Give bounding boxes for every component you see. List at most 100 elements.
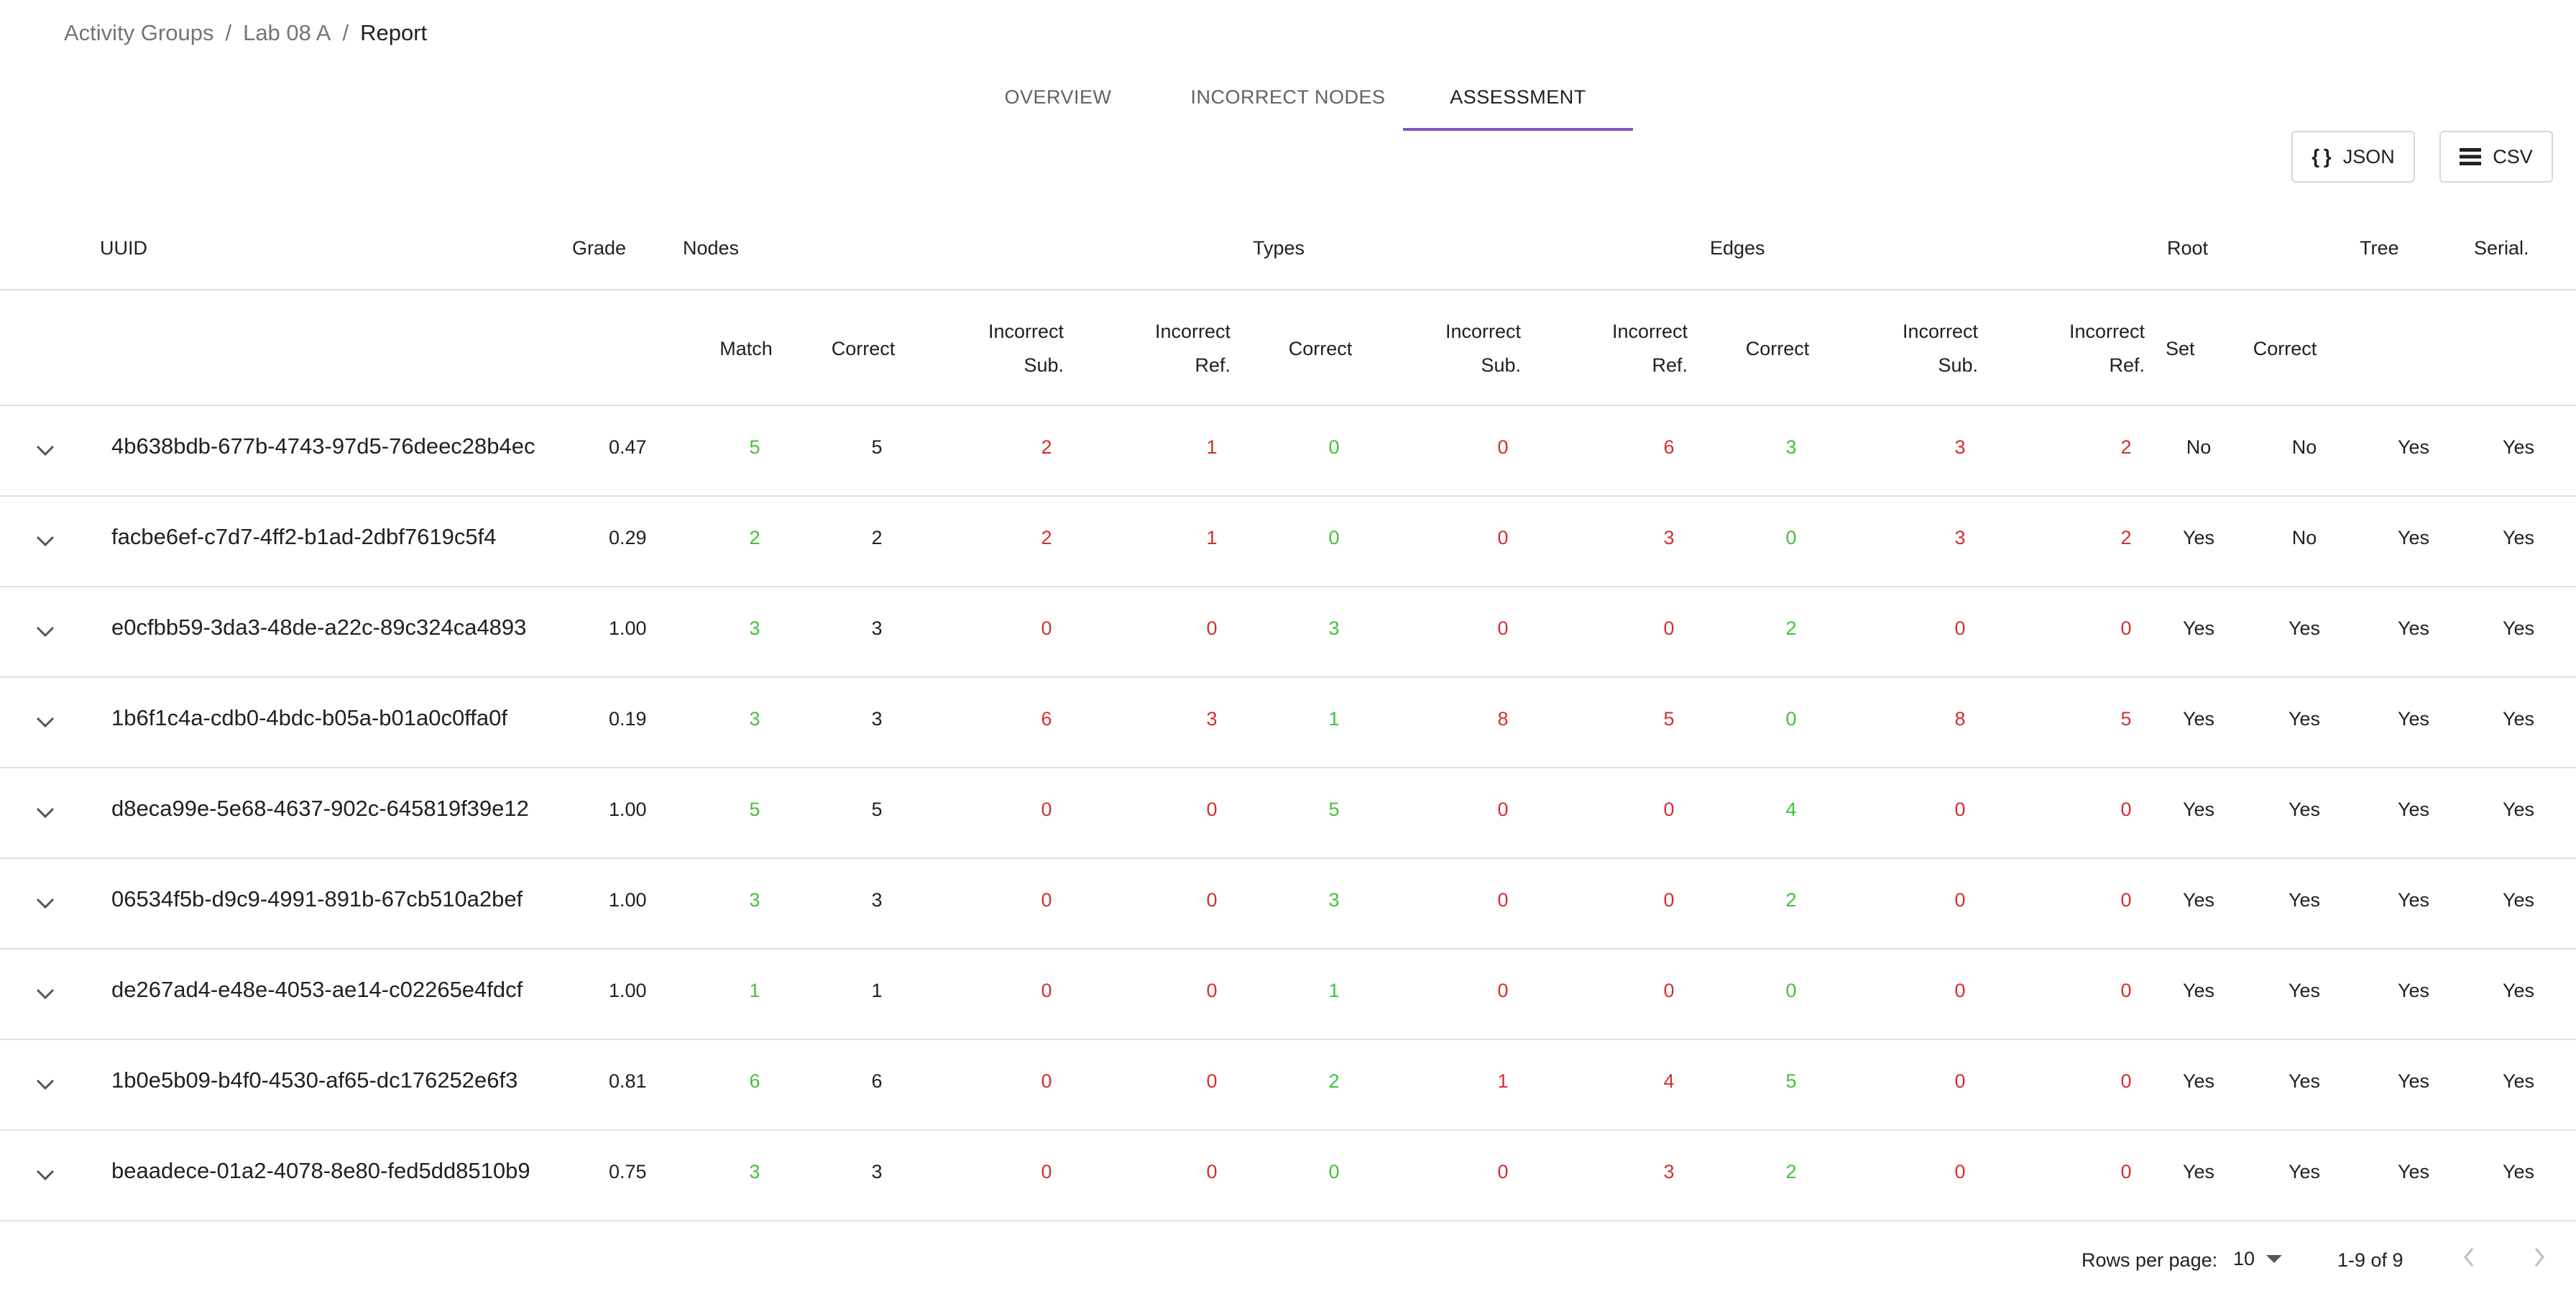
header-types-incorrect-sub[interactable]: Incorrect Sub. — [920, 315, 1064, 382]
header-line: Sub. — [1481, 354, 1521, 376]
cell-edges-incorrect-sub: 0 — [1497, 980, 1509, 1001]
cell-serial: Yes — [2502, 617, 2535, 639]
cell-root-correct: No — [2291, 436, 2317, 458]
header-types-correct[interactable]: Correct — [1277, 332, 1363, 366]
expand-row-chevron-icon[interactable] — [34, 896, 56, 911]
header-root-correct[interactable]: Correct — [2242, 332, 2328, 366]
expand-row-chevron-icon[interactable] — [34, 625, 56, 639]
header-types-incorrect-ref[interactable]: Incorrect Ref. — [1087, 315, 1230, 382]
header-root-set[interactable]: Set — [2166, 332, 2195, 366]
expand-row-chevron-icon[interactable] — [34, 1078, 56, 1092]
cell-root-incorrect-sub: 0 — [1954, 617, 1966, 639]
cell-edges-incorrect-ref: 3 — [1663, 1161, 1675, 1182]
header-root-incorrect-ref[interactable]: Incorrect Ref. — [2001, 315, 2145, 382]
table-row: e0cfbb59-3da3-48de-a22c-89c324ca4893 1.00… — [0, 587, 2576, 678]
row-uuid: e0cfbb59-3da3-48de-a22c-89c324ca4893 — [111, 615, 527, 640]
cell-root-correct: Yes — [2288, 617, 2321, 639]
expand-row-chevron-icon[interactable] — [34, 444, 56, 458]
cell-edges-correct: 2 — [1785, 1161, 1797, 1182]
next-page-button[interactable] — [2533, 1246, 2546, 1268]
table-row: facbe6ef-c7d7-4ff2-b1ad-2dbf7619c5f4 0.29… — [0, 497, 2576, 587]
cell-types-incorrect-ref: 0 — [1206, 1070, 1218, 1092]
header-edges-incorrect-ref[interactable]: Incorrect Ref. — [1544, 315, 1688, 382]
tab-assessment[interactable]: ASSESSMENT — [1403, 86, 1633, 131]
cell-edges-incorrect-ref: 0 — [1663, 617, 1675, 639]
header-root-incorrect-sub[interactable]: Incorrect Sub. — [1834, 315, 1978, 382]
row-grade: 0.75 — [609, 1161, 647, 1182]
header-serial[interactable]: Serial. — [2474, 237, 2529, 259]
cell-root-incorrect-sub: 0 — [1954, 1070, 1966, 1092]
cell-edges-correct: 0 — [1785, 980, 1797, 1001]
row-uuid: 06534f5b-d9c9-4991-891b-67cb510a2bef — [111, 886, 523, 911]
expand-row-chevron-icon[interactable] — [34, 806, 56, 820]
tab-overview[interactable]: OVERVIEW — [986, 86, 1130, 129]
table-row: de267ad4-e48e-4053-ae14-c02265e4fdcf 1.00… — [0, 950, 2576, 1040]
header-edges-incorrect-sub[interactable]: Incorrect Sub. — [1377, 315, 1521, 382]
row-grade: 1.00 — [609, 799, 647, 820]
header-line: Ref. — [2109, 354, 2145, 376]
export-json-button[interactable]: { } JSON — [2291, 131, 2415, 183]
cell-root-set: Yes — [2182, 617, 2215, 639]
header-edges: Edges — [1710, 237, 1765, 259]
export-json-label: JSON — [2342, 145, 2395, 167]
table-row: 1b0e5b09-b4f0-4530-af65-dc176252e6f3 0.81… — [0, 1040, 2576, 1131]
expand-row-chevron-icon[interactable] — [34, 1168, 56, 1182]
header-tree[interactable]: Tree — [2360, 237, 2399, 259]
cell-edges-incorrect-ref: 3 — [1663, 527, 1675, 548]
header-uuid[interactable]: UUID — [100, 237, 147, 259]
cell-nodes-correct: 3 — [871, 1161, 883, 1182]
rows-per-page-label: Rows per page: — [2082, 1249, 2218, 1271]
cell-nodes-match: 3 — [749, 889, 760, 911]
row-grade: 0.29 — [609, 527, 647, 548]
cell-edges-incorrect-ref: 0 — [1663, 980, 1675, 1001]
breadcrumb-lab[interactable]: Lab 08 A — [243, 20, 331, 46]
tab-incorrect-nodes[interactable]: INCORRECT NODES — [1173, 86, 1403, 129]
cell-serial: Yes — [2502, 1161, 2535, 1182]
cell-serial: Yes — [2502, 1070, 2535, 1092]
previous-page-button[interactable] — [2462, 1246, 2475, 1268]
cell-types-incorrect-ref: 0 — [1206, 889, 1218, 911]
cell-root-incorrect-sub: 8 — [1954, 708, 1966, 730]
cell-tree: Yes — [2397, 708, 2430, 730]
cell-nodes-correct: 5 — [871, 436, 883, 458]
cell-tree: Yes — [2397, 799, 2430, 820]
header-nodes-match[interactable]: Match — [703, 332, 789, 366]
cell-root-incorrect-sub: 3 — [1954, 436, 1966, 458]
cell-edges-correct: 2 — [1785, 617, 1797, 639]
table-row: beaadece-01a2-4078-8e80-fed5dd8510b9 0.75… — [0, 1131, 2576, 1221]
breadcrumb-activity-groups[interactable]: Activity Groups — [64, 20, 213, 46]
row-uuid: facbe6ef-c7d7-4ff2-b1ad-2dbf7619c5f4 — [111, 524, 497, 549]
cell-edges-incorrect-ref: 4 — [1663, 1070, 1675, 1092]
header-divider — [0, 289, 2576, 290]
header-grade[interactable]: Grade — [572, 237, 626, 259]
cell-root-incorrect-sub: 0 — [1954, 799, 1966, 820]
export-csv-button[interactable]: CSV — [2439, 131, 2553, 183]
cell-root-set: Yes — [2182, 889, 2215, 911]
row-uuid: 1b6f1c4a-cdb0-4bdc-b05a-b01a0c0ffa0f — [111, 705, 507, 730]
cell-edges-correct: 2 — [1785, 889, 1797, 911]
expand-row-chevron-icon[interactable] — [34, 987, 56, 1001]
expand-row-chevron-icon[interactable] — [34, 534, 56, 548]
expand-row-chevron-icon[interactable] — [34, 715, 56, 730]
header-line: Ref. — [1652, 354, 1688, 376]
row-uuid: d8eca99e-5e68-4637-902c-645819f39e12 — [111, 796, 529, 821]
cell-serial: Yes — [2502, 889, 2535, 911]
cell-types-incorrect-sub: 2 — [1041, 527, 1052, 548]
cell-types-correct: 1 — [1328, 708, 1340, 730]
rows-per-page-select[interactable]: 10 — [2233, 1248, 2283, 1270]
cell-edges-incorrect-sub: 0 — [1497, 1161, 1509, 1182]
cell-types-incorrect-sub: 6 — [1041, 708, 1052, 730]
header-line: Incorrect — [1611, 321, 1688, 342]
cell-types-correct: 0 — [1328, 436, 1340, 458]
header-edges-correct[interactable]: Correct — [1734, 332, 1821, 366]
pagination-range: 1-9 of 9 — [2337, 1249, 2404, 1271]
row-divider — [0, 1220, 2576, 1221]
breadcrumb-separator: / — [342, 20, 349, 45]
header-nodes-correct[interactable]: Correct — [820, 332, 906, 366]
cell-edges-incorrect-ref: 0 — [1663, 799, 1675, 820]
cell-serial: Yes — [2502, 980, 2535, 1001]
cell-nodes-correct: 3 — [871, 889, 883, 911]
cell-types-incorrect-sub: 0 — [1041, 889, 1052, 911]
cell-nodes-match: 3 — [749, 708, 760, 730]
row-uuid: 1b0e5b09-b4f0-4530-af65-dc176252e6f3 — [111, 1067, 518, 1093]
